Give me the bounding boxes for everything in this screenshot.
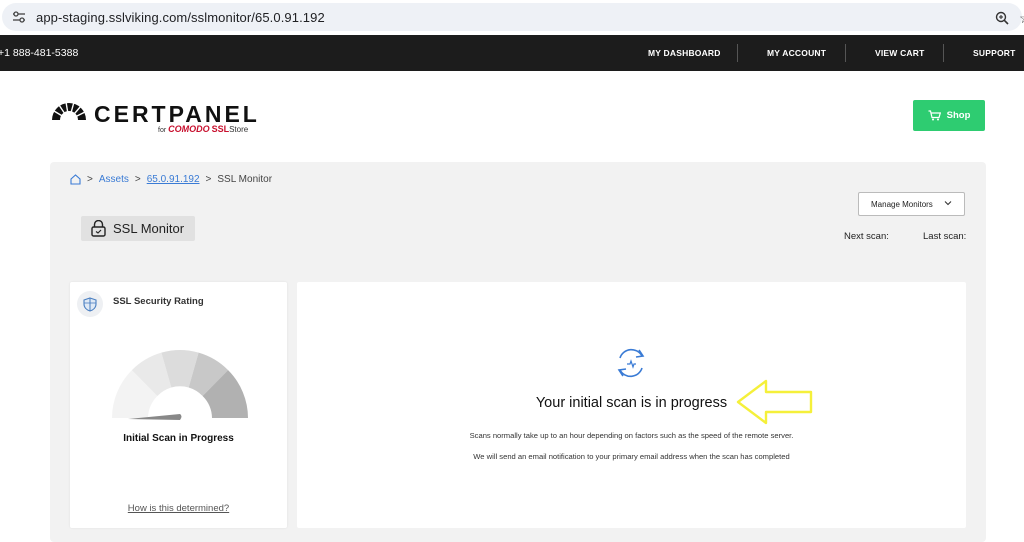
phone-number[interactable]: +1 888-481-5388 — [0, 47, 78, 59]
breadcrumb-assets[interactable]: Assets — [99, 174, 129, 185]
breadcrumb-host[interactable]: 65.0.91.192 — [147, 174, 200, 185]
manage-monitors-dropdown[interactable]: Manage Monitors — [858, 192, 965, 216]
shop-button[interactable]: Shop — [913, 100, 985, 131]
rating-status: Initial Scan in Progress — [123, 433, 234, 444]
breadcrumb-separator: > — [87, 174, 93, 185]
progress-note: Scans normally take up to an hour depend… — [469, 431, 794, 440]
chevron-down-icon — [944, 201, 952, 206]
breadcrumb-current: SSL Monitor — [217, 174, 273, 185]
tune-icon[interactable] — [12, 11, 26, 23]
manage-monitors-label: Manage Monitors — [871, 199, 933, 209]
logo-subtitle: for COMODO SSLStore — [158, 124, 249, 134]
arrow-annotation — [736, 379, 813, 425]
nav-my-account[interactable]: MY ACCOUNT — [767, 48, 826, 58]
next-scan-label: Next scan: — [844, 231, 889, 242]
shield-icon — [83, 296, 97, 312]
shop-label: Shop — [946, 110, 971, 121]
progress-title: Your initial scan is in progress — [535, 395, 728, 411]
shield-icon-wrap — [77, 291, 103, 317]
zoom-icon[interactable] — [995, 11, 1009, 25]
star-icon[interactable]: ☆ — [1019, 10, 1024, 27]
nav-divider — [943, 44, 944, 62]
address-bar[interactable]: app-staging.sslviking.com/sslmonitor/65.… — [2, 3, 1024, 31]
lock-icon — [91, 220, 106, 237]
last-scan-label: Last scan: — [923, 231, 967, 242]
nav-divider — [845, 44, 846, 62]
nav-my-dashboard[interactable]: MY DASHBOARD — [648, 48, 721, 58]
scan-progress-card: Your initial scan is in progress Scans n… — [297, 282, 966, 528]
breadcrumb: > Assets > 65.0.91.192 > SSL Monitor — [70, 174, 272, 185]
breadcrumb-separator: > — [205, 174, 212, 185]
page-title: SSL Monitor — [81, 216, 195, 241]
sync-icon — [617, 348, 645, 378]
how-determined-link[interactable]: How is this determined? — [70, 503, 287, 514]
breadcrumb-separator: > — [134, 174, 141, 185]
nav-view-cart[interactable]: VIEW CART — [875, 48, 925, 58]
nav-divider — [737, 44, 738, 62]
progress-note: We will send an email notification to yo… — [473, 452, 790, 461]
home-icon[interactable] — [70, 174, 81, 185]
rating-title: SSL Security Rating — [113, 296, 204, 307]
certpanel-logo[interactable]: CERTPANEL for COMODO SSLStore — [50, 100, 270, 140]
browser-toolbar: app-staging.sslviking.com/sslmonitor/65.… — [0, 0, 1024, 36]
ssl-rating-card: SSL Security Rating Initial Scan in Prog… — [70, 282, 287, 528]
logo-gauge-icon — [52, 102, 86, 121]
nav-support[interactable]: SUPPORT — [973, 48, 1016, 58]
url-text[interactable]: app-staging.sslviking.com/sslmonitor/65.… — [36, 10, 325, 25]
rating-gauge — [112, 350, 248, 420]
cart-icon — [928, 110, 941, 121]
top-navigation: +1 888-481-5388 MY DASHBOARD MY ACCOUNT … — [0, 35, 1024, 71]
page-title-text: SSL Monitor — [113, 221, 185, 236]
